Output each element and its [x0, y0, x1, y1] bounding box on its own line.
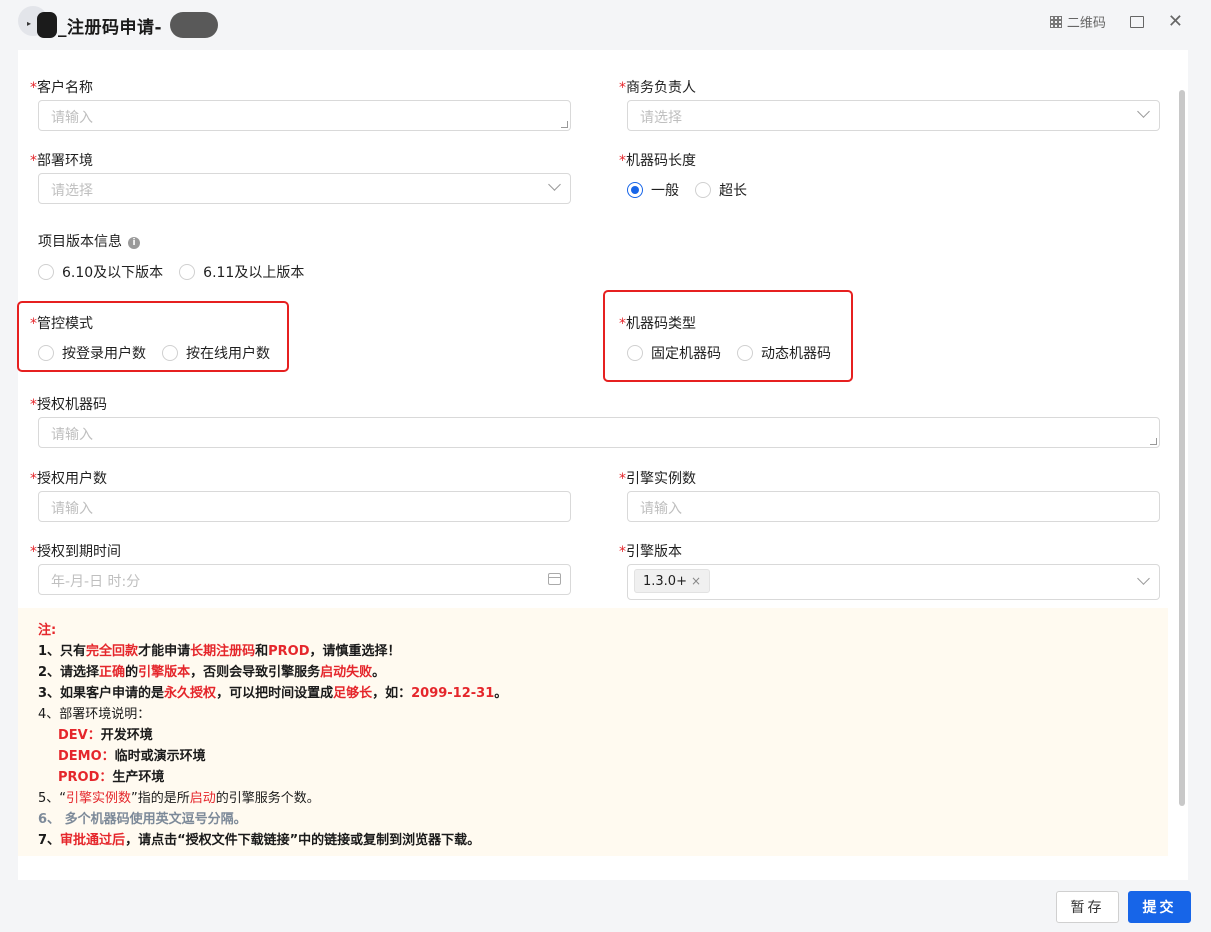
notice-line-7: 7、审批通过后，请点击“授权文件下载链接”中的链接或复制到浏览器下载。 [38, 833, 481, 848]
save-draft-button[interactable]: 暂存 [1056, 891, 1119, 923]
chevron-down-icon [548, 178, 561, 191]
notice-line-4: 4、部署环境说明： [38, 707, 151, 722]
radio-extra-long[interactable]: 超长 [695, 180, 747, 200]
engine-instances-label: *引擎实例数 [619, 471, 696, 487]
radio-version-610[interactable]: 6.10及以下版本 [38, 262, 163, 282]
radio-unchecked-icon [627, 345, 643, 361]
engine-version-label: *引擎版本 [619, 544, 682, 560]
machine-code-type-label: *机器码类型 [619, 316, 696, 332]
notice-env-demo: DEMO：临时或演示环境 [58, 749, 206, 764]
notice-line-3: 3、如果客户申请的是永久授权，可以把时间设置成足够长，如：2099-12-31。 [38, 686, 508, 701]
notice-env-dev: DEV：开发环境 [58, 728, 153, 743]
submit-button[interactable]: 提交 [1128, 891, 1191, 923]
window-title: _注册码申请- [58, 18, 163, 38]
engine-version-select[interactable]: 1.3.0+ × [627, 564, 1160, 600]
highlight-box-machine-code-type [603, 290, 853, 382]
customer-name-input[interactable]: 请输入 [38, 100, 571, 131]
deploy-env-select[interactable]: 请选择 [38, 173, 571, 204]
window-title-bar: ▸ _注册码申请- 二维码 ✕ [0, 0, 1211, 48]
chevron-down-icon [1137, 572, 1150, 585]
control-mode-group: 按登录用户数 按在线用户数 [38, 343, 286, 363]
close-icon[interactable]: ✕ [1168, 12, 1183, 30]
qr-code-label: 二维码 [1066, 16, 1106, 31]
collapse-arrow-icon[interactable]: ▸ [27, 19, 31, 28]
radio-login-users[interactable]: 按登录用户数 [38, 343, 146, 363]
radio-normal[interactable]: 一般 [627, 180, 679, 200]
notice-title: 注: [38, 623, 57, 638]
radio-unchecked-icon [38, 264, 54, 280]
radio-version-611[interactable]: 6.11及以上版本 [179, 262, 304, 282]
radio-unchecked-icon [695, 182, 711, 198]
notice-env-prod: PROD：生产环境 [58, 770, 165, 785]
project-version-label: 项目版本信息 i [38, 231, 140, 251]
machine-code-type-group: 固定机器码 动态机器码 [627, 343, 847, 363]
calendar-icon [548, 573, 561, 585]
machine-code-length-group: 一般 超长 [627, 180, 763, 200]
biz-owner-select[interactable]: 请选择 [627, 100, 1160, 131]
notice-panel: 注: 1、只有完全回款才能申请长期注册码和PROD，请慎重选择！ 2、请选择正确… [18, 608, 1168, 856]
biz-owner-label: *商务负责人 [619, 80, 696, 96]
radio-checked-icon [627, 182, 643, 198]
project-version-group: 6.10及以下版本 6.11及以上版本 [38, 262, 320, 282]
qr-code-icon [1049, 15, 1062, 28]
form-panel: *客户名称 请输入 *商务负责人 请选择 *部署环境 请选择 *机器码长度 一般… [17, 50, 1188, 880]
radio-fixed-code[interactable]: 固定机器码 [627, 343, 721, 363]
maximize-icon[interactable] [1129, 15, 1144, 28]
radio-unchecked-icon [737, 345, 753, 361]
chevron-down-icon [1137, 105, 1150, 118]
scrollbar[interactable] [1179, 90, 1185, 806]
auth-users-input[interactable]: 请输入 [38, 491, 571, 522]
engine-instances-input[interactable]: 请输入 [627, 491, 1160, 522]
deploy-env-label: *部署环境 [30, 153, 93, 169]
expire-time-picker[interactable]: 年-月-日 时:分 [38, 564, 571, 595]
qr-code-button[interactable]: 二维码 [1049, 12, 1106, 31]
radio-unchecked-icon [38, 345, 54, 361]
radio-dynamic-code[interactable]: 动态机器码 [737, 343, 831, 363]
auth-machine-code-input[interactable]: 请输入 [38, 417, 1160, 448]
title-redaction [170, 12, 218, 38]
title-redaction [37, 12, 57, 38]
info-icon[interactable]: i [128, 237, 140, 249]
notice-line-5: 5、“引擎实例数”指的是所启动的引擎服务个数。 [38, 791, 320, 806]
control-mode-label: *管控模式 [30, 316, 93, 332]
notice-line-1: 1、只有完全回款才能申请长期注册码和PROD，请慎重选择！ [38, 644, 401, 659]
machine-code-length-label: *机器码长度 [619, 153, 696, 169]
auth-users-label: *授权用户数 [30, 471, 107, 487]
notice-line-6: 6、 多个机器码使用英文逗号分隔。 [38, 812, 247, 827]
notice-line-2: 2、请选择正确的引擎版本，否则会导致引擎服务启动失败。 [38, 665, 386, 680]
radio-unchecked-icon [162, 345, 178, 361]
radio-unchecked-icon [179, 264, 196, 280]
tag-close-icon[interactable]: × [691, 574, 701, 588]
radio-online-users[interactable]: 按在线用户数 [162, 343, 270, 363]
engine-version-tag: 1.3.0+ × [634, 569, 711, 593]
customer-name-label: *客户名称 [30, 80, 93, 96]
expire-time-label: *授权到期时间 [30, 544, 121, 560]
auth-machine-code-label: *授权机器码 [30, 397, 107, 413]
